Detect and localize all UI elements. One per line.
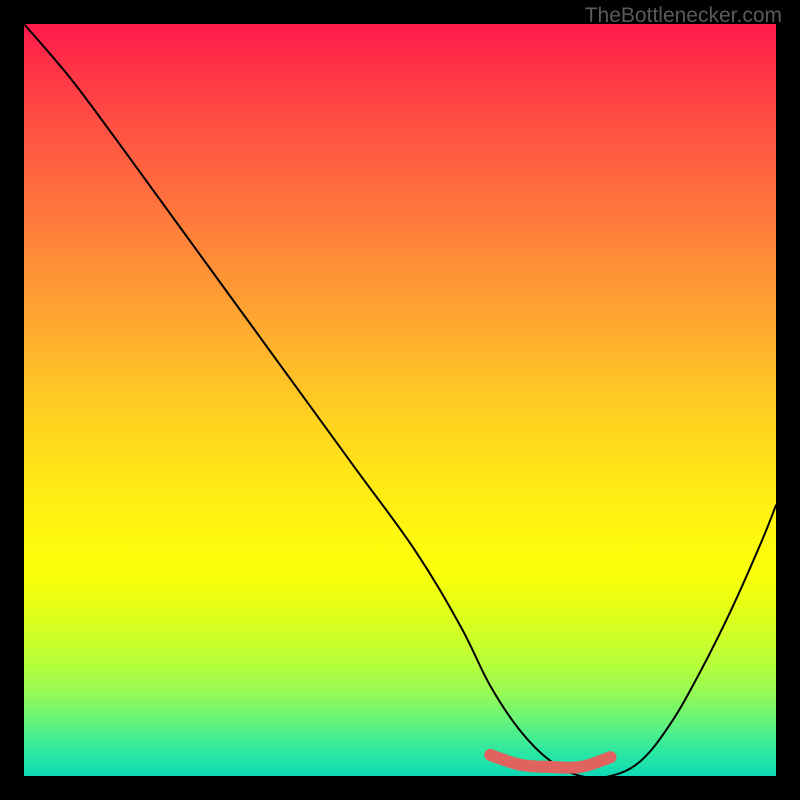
bottleneck-highlight-segment	[490, 755, 610, 768]
chart-plot-area	[24, 24, 776, 776]
chart-curve-layer	[24, 24, 776, 776]
watermark-text: TheBottlenecker.com	[585, 4, 782, 28]
bottleneck-curve-line	[24, 24, 776, 776]
